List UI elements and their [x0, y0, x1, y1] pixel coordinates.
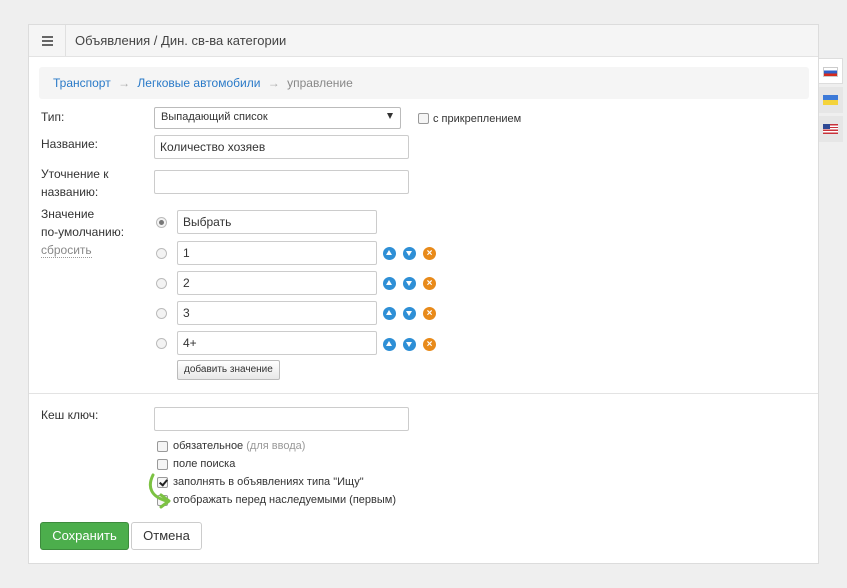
move-down-icon[interactable]	[403, 307, 416, 320]
type-select-value: Выпадающий список	[161, 111, 268, 123]
main-panel: Объявления / Дин. св-ва категории Трансп…	[28, 24, 819, 564]
default-label-line1: Значение	[41, 207, 95, 221]
attach-checkbox[interactable]	[418, 113, 429, 124]
clarify-label-line1: Уточнение к	[41, 167, 109, 181]
move-up-icon[interactable]	[383, 247, 396, 260]
attach-label: с прикреплением	[433, 113, 522, 125]
flag-us-icon	[823, 124, 838, 134]
name-label: Название:	[41, 137, 98, 151]
hint-arrow-icon	[148, 473, 171, 509]
type-select[interactable]: Выпадающий список	[154, 107, 401, 129]
cache-key-input[interactable]	[154, 407, 409, 431]
reset-link[interactable]: сбросить	[41, 244, 92, 258]
default-radio-1[interactable]	[156, 248, 167, 259]
default-radio-4[interactable]	[156, 338, 167, 349]
move-up-icon[interactable]	[383, 277, 396, 290]
default-label-line2: по-умолчанию:	[41, 225, 125, 239]
move-up-icon[interactable]	[383, 338, 396, 351]
flag-ru-icon	[823, 67, 838, 77]
move-down-icon[interactable]	[403, 247, 416, 260]
search-field-checkbox[interactable]	[157, 459, 168, 470]
clarify-label-line2: названию:	[41, 185, 99, 199]
value-input-1[interactable]: 1	[177, 241, 377, 265]
delete-icon[interactable]: ×	[423, 277, 436, 290]
save-button[interactable]: Сохранить	[40, 522, 129, 550]
section-divider	[29, 393, 818, 394]
required-checkbox[interactable]	[157, 441, 168, 452]
move-down-icon[interactable]	[403, 338, 416, 351]
panel-header: Объявления / Дин. св-ва категории	[29, 25, 818, 57]
breadcrumb: Транспорт → Легковые автомобили → управл…	[39, 67, 809, 99]
move-up-icon[interactable]	[383, 307, 396, 320]
chevron-down-icon	[387, 113, 393, 119]
menu-icon[interactable]	[29, 25, 66, 56]
flag-ua-icon	[823, 95, 838, 105]
lang-tab-ua[interactable]	[819, 87, 843, 113]
default-radio-3[interactable]	[156, 308, 167, 319]
add-value-button[interactable]: добавить значение	[177, 360, 280, 380]
fill-seek-label: заполнять в объявлениях типа "Ищу"	[173, 476, 364, 488]
lang-tab-en[interactable]	[819, 116, 843, 142]
required-label: обязательное (для ввода)	[173, 439, 305, 453]
delete-icon[interactable]: ×	[423, 247, 436, 260]
value-input-3[interactable]: 3	[177, 301, 377, 325]
breadcrumb-link-transport[interactable]: Транспорт	[53, 76, 111, 90]
type-label: Тип:	[41, 110, 65, 124]
value-input-2[interactable]: 2	[177, 271, 377, 295]
delete-icon[interactable]: ×	[423, 338, 436, 351]
move-down-icon[interactable]	[403, 277, 416, 290]
required-label-text: обязательное	[173, 440, 244, 452]
breadcrumb-separator: →	[118, 76, 131, 90]
show-before-inherited-label: отображать перед наследуемыми (первым)	[173, 494, 397, 506]
breadcrumb-link-cars[interactable]: Легковые автомобили	[137, 76, 260, 90]
clarify-input[interactable]	[154, 170, 409, 194]
search-field-label: поле поиска	[173, 458, 236, 470]
cache-key-label: Кеш ключ:	[41, 408, 99, 422]
value-input-0[interactable]: Выбрать	[177, 210, 377, 234]
cancel-button[interactable]: Отмена	[131, 522, 202, 550]
default-radio-2[interactable]	[156, 278, 167, 289]
value-input-4[interactable]: 4+	[177, 331, 377, 355]
breadcrumb-separator: →	[267, 76, 280, 90]
breadcrumb-current: управление	[287, 76, 353, 90]
page-title: Объявления / Дин. св-ва категории	[75, 33, 287, 48]
lang-tab-ru[interactable]	[819, 58, 843, 84]
name-input[interactable]: Количество хозяев	[154, 135, 409, 159]
delete-icon[interactable]: ×	[423, 307, 436, 320]
required-label-hint: (для ввода)	[246, 440, 306, 452]
default-radio-0[interactable]	[156, 217, 167, 228]
